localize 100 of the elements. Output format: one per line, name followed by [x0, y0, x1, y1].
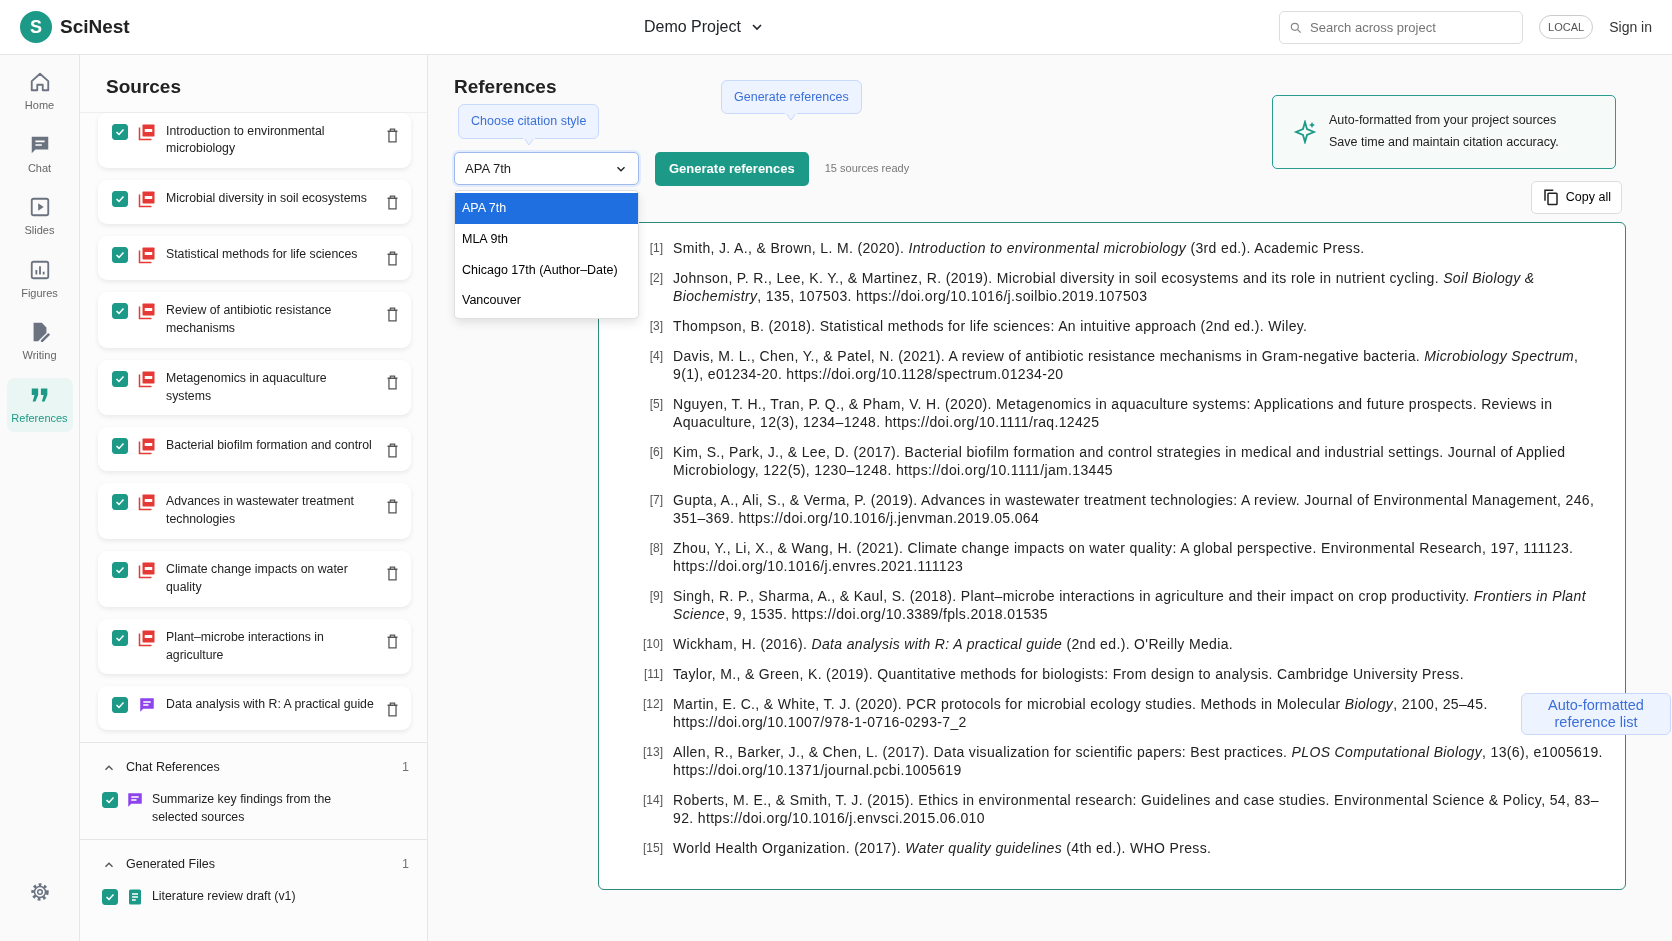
source-title: Microbial diversity in soil ecosystems — [166, 190, 368, 208]
checkbox[interactable] — [112, 697, 128, 714]
status-text: 15 sources ready — [824, 161, 910, 177]
nav-item[interactable]: Slides — [6, 190, 73, 245]
checkbox[interactable] — [112, 247, 128, 264]
section-count: 1 — [402, 855, 409, 873]
checkbox[interactable] — [102, 889, 118, 906]
source-title: Plant–microbe interactions in agriculture — [166, 628, 325, 664]
reference-number: [15] — [642, 839, 663, 857]
pdf-icon — [138, 493, 156, 512]
home-icon — [28, 71, 51, 93]
page-title: References — [454, 76, 557, 97]
source-title: Introduction to environmental microbiology — [166, 122, 326, 158]
reference-text: Nguyen, T. H., Tran, P. Q., & Pham, V. H. (2020). Metagenomics in aquaculture systems: Applications and future prospects. Reviews in Aquaculture, 12(3), 1234–1248. https://doi.org/10.1111/raq.12425 — [673, 394, 1554, 431]
source-title: Advances in wastewater treatment technologies — [166, 493, 355, 529]
reference-number: [5] — [648, 395, 663, 413]
checkbox[interactable] — [112, 629, 128, 646]
generate-button[interactable]: Generate references — [655, 151, 809, 186]
reference-text: Allen, R., Barker, J., & Chen, L. (2017). Data visualization for scientific papers: Best practices. PLOS Computational Biology, 13(6), e1005619. https://doi.org/10.1371/journal.pcbi.1005619 — [673, 742, 1604, 779]
reference-text: Martin, E. C., & White, T. J. (2020). PCR protocols for microbial ecology studies. Methods in Molecular Biology, 2100, 25–45. https://doi.org/10.1007/978-1-0716-0293-7_2 — [673, 694, 1489, 731]
reference-text: Kim, S., Park, J., & Lee, D. (2017). Bacterial biofilm formation and control strategies in medical and industrial settings. Journal of Applied Microbiology, 122(5), 1230–1248. https://doi.org/10.1111/jam.13445 — [673, 442, 1567, 479]
reference-text: Davis, M. L., Chen, Y., & Patel, N. (2021). A review of antibiotic resistance mechanisms in Gram-negative bacteria. Microbiology Spectrum, 9(1), e01234-20. https://doi.org/10.1128/spectrum.01234-20 — [673, 346, 1580, 383]
slides-icon — [28, 196, 51, 218]
project-selector[interactable]: Demo Project — [643, 15, 765, 39]
tooltip-pointer — [784, 113, 799, 121]
checkbox[interactable] — [112, 494, 128, 511]
source-title: Statistical methods for life sciences — [166, 246, 359, 264]
copy-icon — [1541, 188, 1560, 207]
nav-item[interactable]: Figures — [6, 252, 73, 307]
checkbox[interactable] — [112, 438, 128, 455]
checkbox[interactable] — [112, 303, 128, 320]
citation-style-select[interactable]: APA 7th — [454, 152, 639, 185]
reference-text: Singh, R. P., Sharma, A., & Kaul, S. (2018). Plant–microbe interactions in agriculture and their impact on crop productivity. Frontiers in Plant Science, 9, 1535. https://doi.org/10.3389/fpls.2018.01535 — [673, 586, 1587, 623]
dropdown-option[interactable]: MLA 9th — [455, 223, 638, 255]
reference-number: [7] — [648, 491, 663, 509]
reference-number: [14] — [642, 791, 663, 809]
reference-text: Johnson, P. R., Lee, K. Y., & Martinez, R. (2019). Microbial diversity in soil ecosystems and its role in nutrient cycling. Soil Biology & Biochemistry, 135, 107503. https://doi.org/10.1016/j.soilbio.2019.107503 — [673, 268, 1536, 305]
reference-number: [1] — [648, 239, 663, 257]
nav-item[interactable]: Home — [6, 65, 73, 120]
search-icon — [1289, 20, 1304, 35]
nav-item[interactable]: Writing — [6, 315, 73, 370]
pdf-icon — [138, 561, 156, 580]
chart-icon — [28, 258, 51, 281]
chat-icon — [126, 791, 144, 810]
reference-number: [3] — [648, 317, 663, 335]
logo: S — [20, 11, 52, 43]
pdf-icon — [138, 302, 156, 321]
nav-item[interactable]: References — [6, 377, 73, 432]
info-text: Save time and maintain citation accuracy. — [1329, 133, 1559, 151]
reference-number: [8] — [648, 539, 663, 557]
reference-number: [12] — [642, 695, 663, 713]
nav-item[interactable]: Chat — [6, 127, 73, 182]
pdf-icon — [138, 628, 156, 647]
item-title: Literature review draft (v1) — [152, 888, 296, 906]
checkbox[interactable] — [112, 562, 128, 579]
reference-number: [13] — [642, 743, 663, 761]
search-field[interactable]: Search across project — [1279, 10, 1524, 44]
checkbox[interactable] — [112, 191, 128, 208]
sign-in-link[interactable]: Sign in — [1609, 16, 1652, 38]
tooltip: Generate references — [721, 79, 862, 115]
panel-title: Sources — [80, 55, 427, 113]
tooltip-pointer — [521, 137, 536, 145]
tooltip: Choose citation style — [458, 104, 600, 139]
checkbox[interactable] — [102, 792, 118, 809]
section-title: Generated Files — [126, 855, 216, 873]
checkbox[interactable] — [112, 370, 128, 387]
info-text: Auto-formatted from your project sources — [1329, 112, 1558, 129]
chat-icon — [138, 696, 156, 715]
reference-text: Gupta, A., Ali, S., & Verma, P. (2019). Advances in wastewater treatment technologies: A review. Journal of Environmental Management, 246, 351–369. https://doi.org/10.1016/j.jenvman.2019.05.064 — [673, 490, 1596, 527]
reference-text: Wickham, H. (2016). Data analysis with R: A practical guide (2nd ed.). O'Reilly Media. — [673, 634, 1234, 653]
reference-number: [10] — [642, 635, 663, 653]
section-title: Chat References — [126, 759, 221, 777]
pdf-icon — [138, 190, 156, 209]
reference-number: [2] — [648, 269, 663, 287]
pdf-icon — [138, 122, 156, 141]
source-title: Bacterial biofilm formation and control — [166, 437, 373, 455]
dropdown-option[interactable]: APA 7th — [455, 193, 638, 224]
reference-text: Roberts, M. E., & Smith, T. J. (2015). Ethics in environmental research: Guidelines and case studies. Environmental Science & Policy, 54, 83–92. https://doi.org/10.1016/j.envsci.2015.06.010 — [673, 790, 1600, 827]
reference-number: [9] — [648, 587, 663, 605]
pdf-icon — [138, 246, 156, 265]
dropdown-option[interactable]: Chicago 17th (Author–Date) — [455, 254, 638, 286]
document-icon — [126, 888, 144, 907]
source-title: Data analysis with R: A practical guide — [166, 696, 374, 714]
source-title: Metagenomics in aquaculture systems — [166, 369, 328, 405]
reference-text: Zhou, Y., Li, X., & Wang, H. (2021). Climate change impacts on water quality: A global perspective. Environmental Research, 197, 111123. https://doi.org/10.1016/j.envres.2021.111123 — [673, 538, 1575, 575]
app-name: SciNest — [60, 14, 130, 39]
reference-text: Thompson, B. (2018). Statistical methods for life sciences: An intuitive approach (2nd ed.). Wiley. — [673, 316, 1308, 335]
reference-text: World Health Organization. (2017). Water quality guidelines (4th ed.). WHO Press. — [673, 838, 1212, 857]
settings-icon — [28, 880, 51, 903]
source-title: Climate change impacts on water quality — [166, 561, 349, 596]
reference-number: [4] — [648, 347, 663, 365]
dropdown-option[interactable]: Vancouver — [455, 285, 638, 316]
checkbox[interactable] — [112, 123, 128, 140]
item-title: Summarize key findings from the selected sources — [152, 791, 333, 827]
reference-number: [11] — [642, 665, 663, 683]
callout: Auto-formatted reference list — [1521, 692, 1671, 736]
pdf-icon — [138, 437, 156, 456]
sparkle-icon — [1293, 119, 1317, 144]
copy-all-button[interactable]: Copy all — [1530, 180, 1622, 214]
reference-number: [6] — [648, 443, 663, 461]
